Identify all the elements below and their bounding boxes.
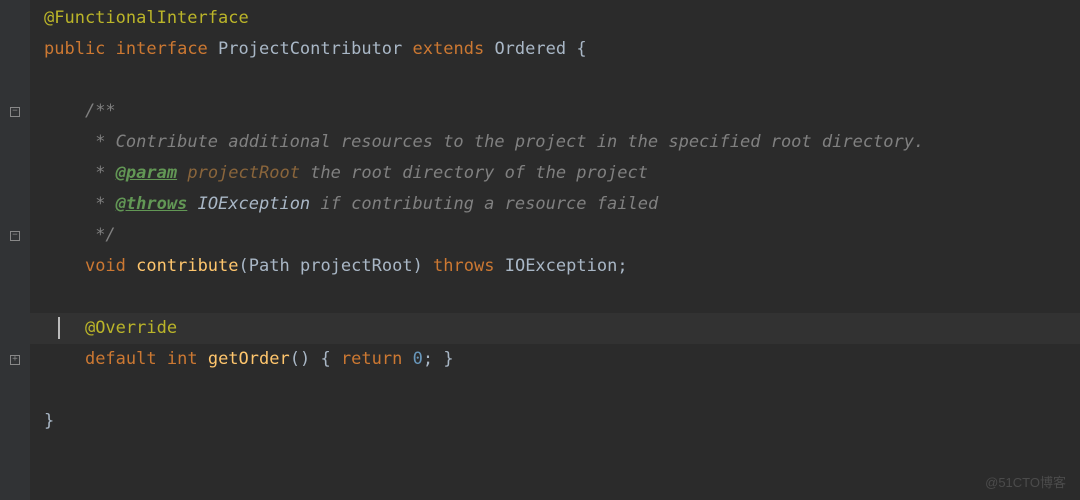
javadoc-star: * [85,127,116,158]
semicolon: ; [617,251,627,282]
paren: () [290,344,310,375]
number-literal: 0 [413,344,423,375]
code-line[interactable]: * @throws IOException if contributing a … [44,189,1080,220]
method-name: contribute [136,251,238,282]
keyword-void: void [85,251,126,282]
code-line[interactable]: /** [44,96,1080,127]
brace: { [320,344,340,375]
text-cursor [58,317,60,339]
keyword-throws: throws [433,251,494,282]
param-name: projectRoot [300,251,413,282]
gutter-row [0,251,30,282]
semicolon: ; [423,344,433,375]
code-line[interactable]: */ [44,220,1080,251]
code-line[interactable]: * Contribute additional resources to the… [44,127,1080,158]
javadoc-tag-param: @param [116,158,177,189]
keyword-return: return [341,344,402,375]
fold-expand[interactable]: + [0,344,30,375]
fold-toggle[interactable]: − [0,220,30,251]
javadoc-exception: IOException [198,189,311,220]
type-name: Path [249,251,290,282]
gutter-row [0,375,30,406]
gutter-row [0,65,30,96]
code-line[interactable]: default int getOrder() { return 0; } [44,344,1080,375]
javadoc-end: */ [85,220,116,251]
exception-name: IOException [505,251,618,282]
class-name: ProjectContributor [218,34,402,65]
paren: ( [239,251,249,282]
brace: { [576,34,586,65]
keyword-interface: interface [116,34,208,65]
brace: } [44,406,54,437]
code-line[interactable]: public interface ProjectContributor exte… [44,34,1080,65]
code-line[interactable]: @FunctionalInterface [44,3,1080,34]
javadoc-star: * [85,158,116,189]
brace: } [433,344,453,375]
annotation: @FunctionalInterface [44,3,249,34]
code-line[interactable] [44,65,1080,96]
gutter-row [0,34,30,65]
javadoc-start: /** [85,96,116,127]
javadoc-desc: if contributing a resource failed [320,189,658,220]
javadoc-text: Contribute additional resources to the p… [116,127,925,158]
gutter: − − + [0,0,30,500]
fold-toggle[interactable]: − [0,96,30,127]
javadoc-desc: the root directory of the project [310,158,648,189]
gutter-row [0,406,30,437]
code-line[interactable] [44,375,1080,406]
watermark: @51CTO博客 [985,471,1066,494]
paren: ) [413,251,433,282]
code-area[interactable]: @FunctionalInterface public interface Pr… [30,0,1080,500]
gutter-row [0,313,30,344]
code-line[interactable]: * @param projectRoot the root directory … [44,158,1080,189]
keyword-extends: extends [413,34,485,65]
method-name: getOrder [208,344,290,375]
javadoc-star: * [85,189,116,220]
keyword-int: int [167,344,198,375]
keyword-public: public [44,34,105,65]
gutter-row [0,189,30,220]
gutter-row [0,158,30,189]
caret-line-highlight [30,313,1080,344]
annotation-override: @Override [85,313,177,344]
javadoc-tag-throws: @throws [116,189,188,220]
code-line[interactable] [44,282,1080,313]
code-editor[interactable]: − − + @FunctionalInterface public interf… [0,0,1080,500]
gutter-row [0,282,30,313]
class-name: Ordered [494,34,566,65]
keyword-default: default [85,344,157,375]
javadoc-param-name: projectRoot [187,158,300,189]
code-line[interactable]: } [44,406,1080,437]
code-line[interactable]: void contribute(Path projectRoot) throws… [44,251,1080,282]
gutter-row [0,3,30,34]
gutter-row [0,127,30,158]
